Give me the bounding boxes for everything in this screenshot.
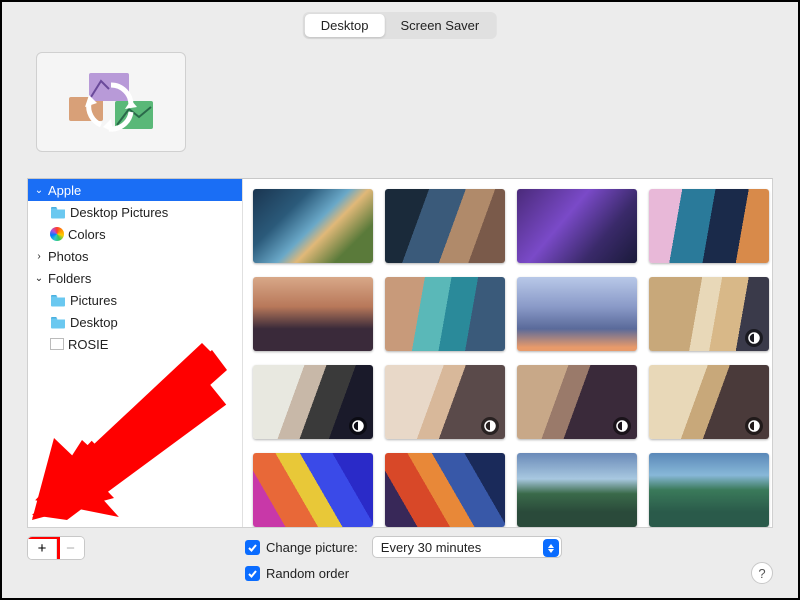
- add-folder-button[interactable]: +: [28, 537, 56, 559]
- chevron-down-icon: ⌄: [34, 273, 44, 284]
- sidebar-item-desktop-folder[interactable]: Desktop: [28, 311, 242, 333]
- wallpaper-thumb[interactable]: [517, 365, 637, 439]
- wallpaper-thumb[interactable]: [649, 189, 769, 263]
- wallpaper-thumb[interactable]: [385, 189, 505, 263]
- wallpaper-thumb[interactable]: [253, 453, 373, 527]
- wallpaper-thumb[interactable]: [517, 189, 637, 263]
- dynamic-badge-icon: [349, 417, 367, 435]
- bottom-controls: + − Change picture: Every 30 minutes Ran…: [27, 532, 773, 590]
- dynamic-badge-icon: [481, 417, 499, 435]
- color-wheel-icon: [50, 227, 64, 241]
- sidebar-item-colors[interactable]: Colors: [28, 223, 242, 245]
- sidebar-item-label: Desktop: [70, 315, 118, 330]
- sidebar-item-label: Pictures: [70, 293, 117, 308]
- source-sidebar: ⌄ Apple Desktop Pictures Colors › Photos…: [28, 179, 243, 527]
- dynamic-badge-icon: [745, 417, 763, 435]
- change-interval-popup[interactable]: Every 30 minutes: [372, 536, 562, 558]
- sidebar-item-label: Colors: [68, 227, 106, 242]
- help-button[interactable]: ?: [751, 562, 773, 584]
- sidebar-item-rosie[interactable]: ROSIE: [28, 333, 242, 355]
- sidebar-item-label: ROSIE: [68, 337, 108, 352]
- wallpaper-thumb[interactable]: [517, 277, 637, 351]
- random-order-label: Random order: [266, 566, 349, 581]
- change-picture-checkbox[interactable]: [245, 540, 260, 555]
- sidebar-item-photos[interactable]: › Photos: [28, 245, 242, 267]
- sidebar-item-desktop-pictures[interactable]: Desktop Pictures: [28, 201, 242, 223]
- tab-screensaver[interactable]: Screen Saver: [384, 14, 495, 37]
- change-interval-value: Every 30 minutes: [381, 540, 481, 555]
- wallpaper-thumb[interactable]: [385, 453, 505, 527]
- current-wallpaper-preview: [36, 52, 186, 152]
- blank-folder-icon: [50, 338, 64, 350]
- sidebar-item-folders[interactable]: ⌄ Folders: [28, 267, 242, 289]
- wallpaper-thumb[interactable]: [253, 189, 373, 263]
- wallpaper-thumb[interactable]: [385, 277, 505, 351]
- sidebar-item-pictures[interactable]: Pictures: [28, 289, 242, 311]
- change-picture-label: Change picture:: [266, 540, 358, 555]
- dynamic-badge-icon: [745, 329, 763, 347]
- change-options: Change picture: Every 30 minutes Random …: [245, 534, 562, 586]
- wallpaper-grid: [243, 179, 772, 527]
- sidebar-item-label: Folders: [48, 271, 91, 286]
- chevron-down-icon: ⌄: [34, 185, 44, 196]
- wallpaper-thumb[interactable]: [253, 277, 373, 351]
- sidebar-item-label: Desktop Pictures: [70, 205, 168, 220]
- sidebar-item-apple[interactable]: ⌄ Apple: [28, 179, 242, 201]
- view-tabs: Desktop Screen Saver: [303, 12, 497, 39]
- stepper-arrows-icon: [543, 539, 559, 557]
- add-remove-group: + −: [27, 536, 85, 560]
- wallpaper-thumb[interactable]: [649, 365, 769, 439]
- dynamic-badge-icon: [613, 417, 631, 435]
- main-panel: ⌄ Apple Desktop Pictures Colors › Photos…: [27, 178, 773, 528]
- wallpaper-thumb[interactable]: [517, 453, 637, 527]
- remove-folder-button[interactable]: −: [56, 537, 84, 559]
- tab-desktop[interactable]: Desktop: [305, 14, 385, 37]
- rotate-wallpaper-icon: [61, 67, 161, 137]
- sidebar-item-label: Photos: [48, 249, 88, 264]
- wallpaper-thumb[interactable]: [649, 453, 769, 527]
- wallpaper-thumb[interactable]: [649, 277, 769, 351]
- sidebar-item-label: Apple: [48, 183, 81, 198]
- folder-icon: [50, 293, 66, 307]
- random-order-checkbox[interactable]: [245, 566, 260, 581]
- wallpaper-thumb[interactable]: [253, 365, 373, 439]
- wallpaper-thumb[interactable]: [385, 365, 505, 439]
- folder-icon: [50, 205, 66, 219]
- folder-icon: [50, 315, 66, 329]
- chevron-right-icon: ›: [34, 251, 44, 262]
